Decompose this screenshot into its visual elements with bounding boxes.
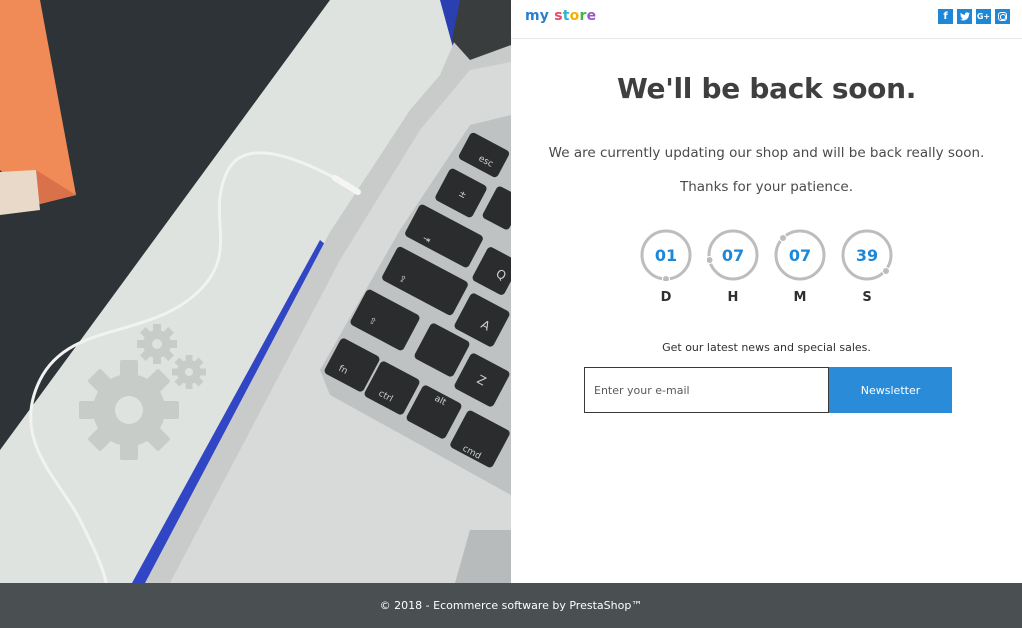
countdown-timer: 01 D 07 H 07 M 39 S xyxy=(640,229,893,305)
countdown-days-label: D xyxy=(660,290,672,305)
countdown-minutes: 07 M xyxy=(774,229,826,305)
newsletter-label: Get our latest news and special sales. xyxy=(662,341,871,354)
store-logo[interactable]: my store xyxy=(525,8,596,24)
footer-text: © 2018 - Ecommerce software by PrestaSho… xyxy=(379,599,643,612)
countdown-hours-label: H xyxy=(727,290,739,305)
page-title: We'll be back soon. xyxy=(616,72,917,105)
email-field[interactable]: Enter your e-mail xyxy=(584,367,829,413)
maintenance-page: esc ± ⇥ ⇪ ⇧ fn ctrl alt cmd A Z Q my sto… xyxy=(0,0,1022,628)
top-bar: my store f G+ xyxy=(511,0,1022,39)
newsletter-form: Enter your e-mail Newsletter xyxy=(584,367,952,413)
email-placeholder: Enter your e-mail xyxy=(594,383,690,397)
countdown-minutes-label: M xyxy=(793,290,807,305)
countdown-minutes-value: 07 xyxy=(788,245,812,265)
instagram-icon[interactable] xyxy=(995,9,1010,24)
countdown-seconds-label: S xyxy=(862,290,872,305)
countdown-days-value: 01 xyxy=(654,245,678,265)
social-links: f G+ xyxy=(938,9,1010,24)
countdown-ring: 01 xyxy=(640,229,692,281)
countdown-ring: 07 xyxy=(707,229,759,281)
hero-image: esc ± ⇥ ⇪ ⇧ fn ctrl alt cmd A Z Q xyxy=(0,0,511,583)
content-panel: my store f G+ We'll be back soon. We are… xyxy=(511,0,1022,583)
footer: © 2018 - Ecommerce software by PrestaSho… xyxy=(0,583,1022,628)
countdown-hours: 07 H xyxy=(707,229,759,305)
countdown-hours-value: 07 xyxy=(721,245,745,265)
countdown-seconds: 39 S xyxy=(841,229,893,305)
countdown-ring: 39 xyxy=(841,229,893,281)
message-line-1: We are currently updating our shop and w… xyxy=(548,145,985,161)
newsletter-button[interactable]: Newsletter xyxy=(829,367,952,413)
gear-icon xyxy=(79,324,206,460)
facebook-icon[interactable]: f xyxy=(938,9,953,24)
twitter-icon[interactable] xyxy=(957,9,972,24)
countdown-seconds-value: 39 xyxy=(855,245,879,265)
message-line-2: Thanks for your patience. xyxy=(679,179,854,195)
google-plus-icon[interactable]: G+ xyxy=(976,9,991,24)
countdown-days: 01 D xyxy=(640,229,692,305)
countdown-ring: 07 xyxy=(774,229,826,281)
